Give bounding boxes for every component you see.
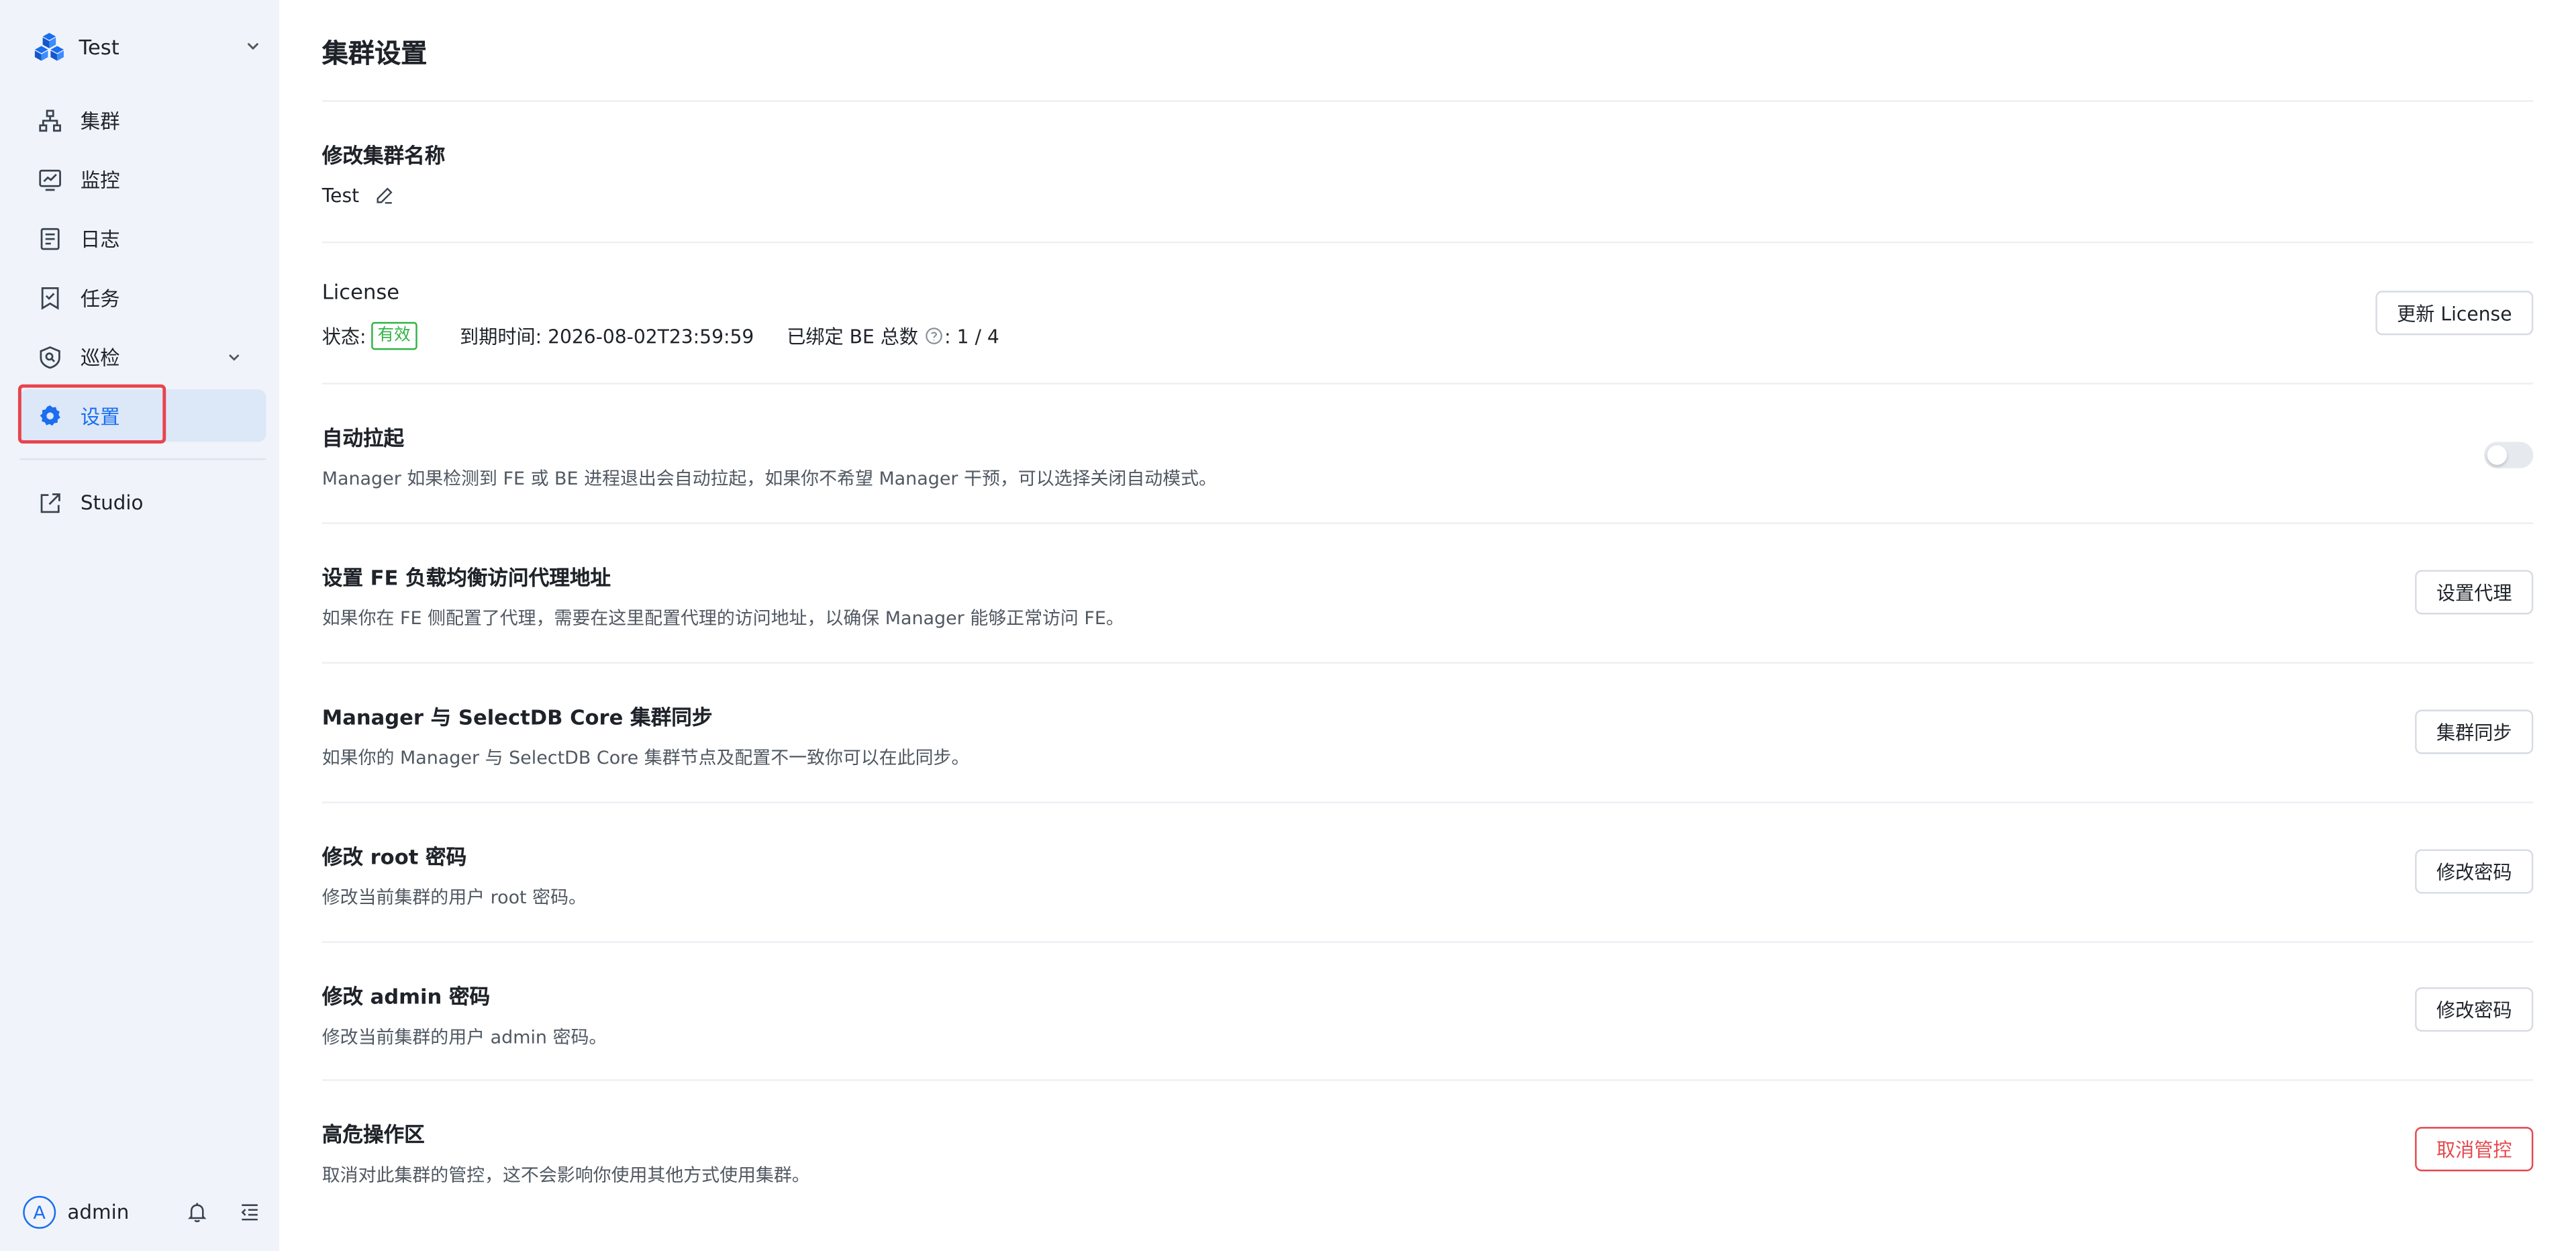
sidebar-item-label: 任务 [80, 287, 120, 310]
monitor-icon [39, 168, 61, 191]
section-title: Manager 与 SelectDB Core 集群同步 [321, 705, 713, 730]
license-info-row: 状态: 有效 到期时间: 2026-08-02T23:59:59 已绑定 BE … [321, 321, 999, 350]
license-section: License 状态: 有效 到期时间: 2026-08-02T23:59:59… [321, 241, 2534, 383]
change-admin-password-button[interactable]: 修改密码 [2415, 987, 2534, 1032]
sidebar-item-log[interactable]: 日志 [19, 212, 266, 264]
danger-zone-section: 高危操作区 取消对此集群的管控，这不会影响你使用其他方式使用集群。 取消管控 [321, 1079, 2534, 1244]
sidebar-item-label: Studio [80, 491, 144, 515]
task-icon [41, 286, 59, 309]
change-root-password-button[interactable]: 修改密码 [2415, 849, 2534, 894]
root-password-section: 修改 root 密码 修改当前集群的用户 root 密码。 修改密码 [321, 801, 2534, 941]
inspection-icon [40, 345, 60, 368]
section-desc: 修改当前集群的用户 root 密码。 [321, 887, 587, 909]
cluster-switcher[interactable]: Test [33, 28, 263, 64]
sidebar-item-label: 监控 [80, 168, 120, 192]
section-title: 设置 FE 负载均衡访问代理地址 [321, 565, 611, 590]
cubes-logo-icon [34, 32, 64, 61]
bound-be-value: : 1 / 4 [944, 324, 999, 348]
sidebar-item-label: 日志 [80, 228, 120, 251]
proxy-section: 设置 FE 负载均衡访问代理地址 如果你在 FE 侧配置了代理，需要在这里配置代… [321, 522, 2534, 662]
collapse-menu-icon[interactable] [238, 1201, 261, 1223]
external-link-icon [40, 492, 60, 512]
toggle-knob [2487, 445, 2508, 465]
cluster-name: Test [79, 34, 119, 58]
sidebar-item-inspection[interactable]: 巡检 [19, 330, 266, 383]
expire-time: 到期时间: 2026-08-02T23:59:59 [460, 324, 754, 348]
sidebar-item-monitor[interactable]: 监控 [19, 153, 266, 205]
user-name[interactable]: admin [67, 1201, 156, 1223]
update-license-button[interactable]: 更新 License [2375, 291, 2534, 336]
cluster-sync-button[interactable]: 集群同步 [2415, 709, 2534, 754]
auto-restart-section: 自动拉起 Manager 如果检测到 FE 或 BE 进程退出会自动拉起，如果你… [321, 383, 2534, 522]
chevron-down-icon [229, 353, 240, 360]
sidebar-item-settings[interactable]: 设置 [17, 384, 266, 444]
sidebar-item-task[interactable]: 任务 [19, 271, 266, 323]
cancel-management-button[interactable]: 取消管控 [2415, 1127, 2534, 1172]
section-desc: 修改当前集群的用户 admin 密码。 [321, 1026, 607, 1048]
section-desc: 如果你在 FE 侧配置了代理，需要在这里配置代理的访问地址，以确保 Manage… [321, 607, 1124, 630]
sync-section: Manager 与 SelectDB Core 集群同步 如果你的 Manage… [321, 662, 2534, 801]
section-desc: 取消对此集群的管控，这不会影响你使用其他方式使用集群。 [321, 1164, 810, 1187]
highlight-box [17, 384, 166, 444]
nav-divider [19, 458, 266, 460]
section-title: 修改 admin 密码 [321, 984, 491, 1009]
help-icon[interactable] [925, 327, 943, 345]
section-title: 修改集群名称 [321, 142, 446, 168]
sidebar-item-cluster[interactable]: 集群 [19, 94, 266, 146]
bell-icon[interactable] [186, 1201, 209, 1223]
section-title: 高危操作区 [321, 1121, 425, 1147]
admin-password-section: 修改 admin 密码 修改当前集群的用户 admin 密码。 修改密码 [321, 941, 2534, 1080]
section-title: 自动拉起 [321, 425, 405, 450]
rename-section: 修改集群名称 Test [321, 100, 2534, 242]
sidebar-item-label: 巡检 [80, 346, 120, 369]
section-title: 修改 root 密码 [321, 844, 467, 869]
section-desc: Manager 如果检测到 FE 或 BE 进程退出会自动拉起，如果你不希望 M… [321, 468, 1217, 490]
cluster-name-row: Test [322, 184, 394, 207]
set-proxy-button[interactable]: 设置代理 [2415, 570, 2534, 615]
sidebar-footer: A admin [23, 1194, 261, 1230]
main-content: 集群设置 修改集群名称 Test License 状态: 有效 到期时间: 20… [279, 0, 2576, 1251]
edit-icon[interactable] [374, 186, 393, 205]
section-desc: 如果你的 Manager 与 SelectDB Core 集群节点及配置不一致你… [321, 747, 970, 769]
cluster-icon [39, 109, 61, 131]
sidebar-item-label: 集群 [80, 109, 120, 133]
sidebar-item-studio[interactable]: Studio [19, 477, 266, 529]
sidebar-nav: 集群 监控 日志 任务 巡检 设置 Studio [17, 94, 266, 536]
status-badge: 有效 [370, 321, 417, 350]
sidebar: Test 集群 监控 日志 任务 巡检 设置 Studio A admin [0, 0, 280, 1251]
page-title: 集群设置 [321, 38, 428, 69]
log-icon [40, 227, 60, 250]
bound-be-label: 已绑定 BE 总数 [787, 324, 918, 348]
status-label: 状态: [321, 324, 366, 348]
section-title: License [321, 279, 400, 304]
avatar[interactable]: A [23, 1195, 56, 1229]
chevron-down-icon [247, 42, 259, 50]
cluster-name-value: Test [321, 184, 360, 207]
auto-restart-toggle[interactable] [2483, 442, 2534, 468]
